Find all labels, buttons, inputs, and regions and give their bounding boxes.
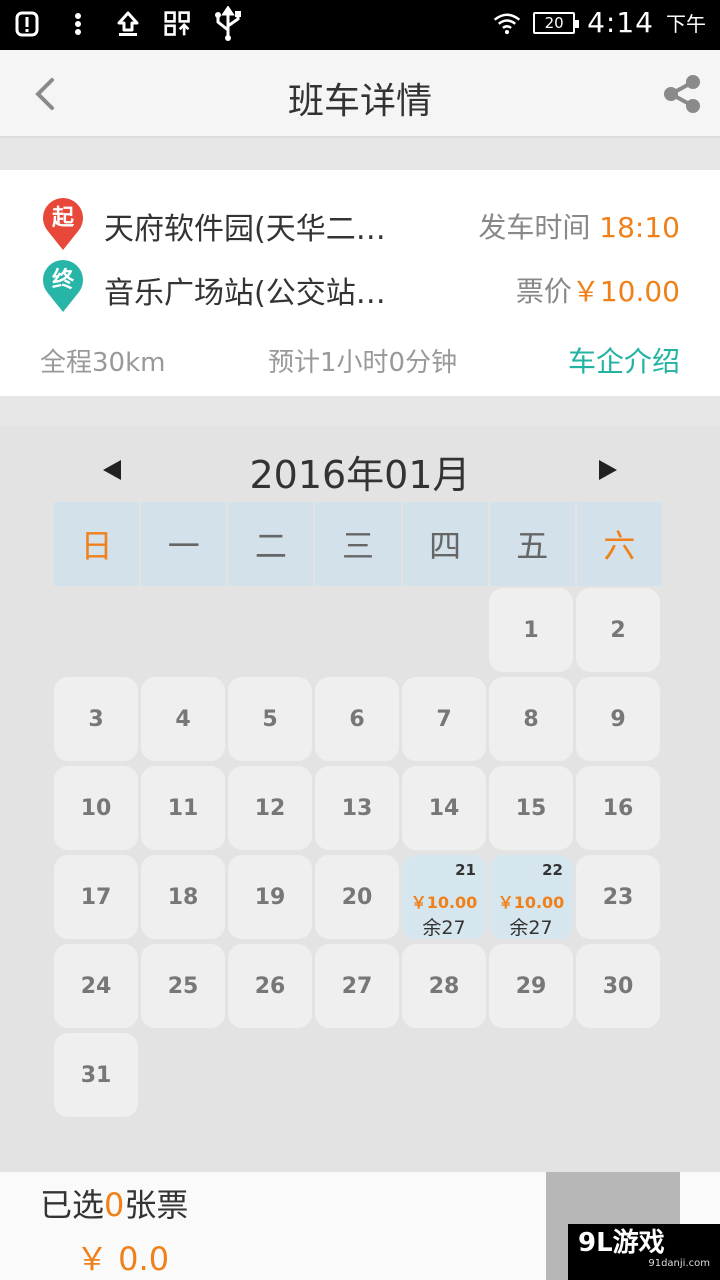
end-station: 音乐广场站(公交站…: [104, 276, 386, 311]
watermark-brand: 9L游戏: [578, 1228, 665, 1258]
calendar-day[interactable]: 8: [489, 677, 573, 761]
start-station: 天府软件园(天华二…: [104, 212, 386, 247]
end-pin-icon: 终: [40, 258, 86, 314]
status-bar: 20 4:14 下午: [0, 0, 720, 50]
clock-ampm: 下午: [666, 12, 706, 36]
price-value: ￥10.00: [571, 275, 680, 308]
weekday-sat: 六: [576, 502, 662, 586]
total-price: ￥ 0.0: [76, 1240, 170, 1278]
calendar-day[interactable]: 2: [576, 588, 660, 672]
selected-count: 0: [104, 1186, 125, 1224]
wifi-icon: [493, 7, 521, 39]
alert-icon: [14, 8, 42, 40]
upload-icon: [114, 8, 142, 40]
calendar-day[interactable]: 11: [141, 766, 225, 850]
calendar-day[interactable]: 29: [489, 944, 573, 1028]
calendar-day-available[interactable]: 21 ￥10.00 余27: [402, 855, 486, 939]
weekday-fri: 五: [489, 502, 575, 586]
qr-scan-icon: [164, 8, 192, 40]
selected-summary: 已选0张票: [40, 1180, 188, 1226]
calendar-day[interactable]: 19: [228, 855, 312, 939]
weekday-wed: 三: [315, 502, 401, 586]
calendar-day[interactable]: 7: [402, 677, 486, 761]
calendar-day[interactable]: 17: [54, 855, 138, 939]
calendar-day[interactable]: 10: [54, 766, 138, 850]
day-number: 21: [455, 861, 476, 879]
page-title: 班车详情: [287, 81, 432, 122]
calendar-day[interactable]: 28: [402, 944, 486, 1028]
calendar-day[interactable]: 20: [315, 855, 399, 939]
price-row: 票价￥10.00: [516, 270, 680, 310]
duration: 预计1小时0分钟: [268, 348, 458, 378]
start-pin-icon: 起: [40, 196, 86, 252]
calendar: 2016年01月 日 一 二 三 四 五 六 1 2 3 4 5 6 7 8 9 10 11 12 13…: [0, 426, 720, 1172]
day-price: ￥10.00: [410, 893, 478, 912]
weekday-mon: 一: [141, 502, 227, 586]
calendar-day[interactable]: 31: [54, 1033, 138, 1117]
watermark-url: 91danji.com: [648, 1258, 710, 1269]
share-button[interactable]: [658, 70, 706, 118]
depart-time-value: 18:10: [599, 211, 680, 244]
calendar-day[interactable]: 3: [54, 677, 138, 761]
weekday-sun: 日: [54, 502, 140, 586]
day-remaining: 余27: [509, 917, 553, 939]
usb-icon: [214, 6, 242, 41]
calendar-day[interactable]: 23: [576, 855, 660, 939]
depart-time-row: 发车时间 18:10: [478, 206, 680, 246]
share-icon: [664, 75, 700, 113]
route-card: 起 天府软件园(天华二… 发车时间 18:10 终 音乐广场站(公交站… 票价￥…: [0, 170, 720, 396]
weekday-tue: 二: [228, 502, 314, 586]
app-header: 班车详情: [0, 50, 720, 138]
calendar-day[interactable]: 12: [228, 766, 312, 850]
calendar-day[interactable]: 16: [576, 766, 660, 850]
distance: 全程30km: [40, 348, 166, 378]
calendar-day[interactable]: 30: [576, 944, 660, 1028]
next-month-button[interactable]: [588, 450, 628, 490]
battery-level: 20: [544, 13, 564, 32]
battery-icon: 20: [533, 11, 580, 34]
calendar-day[interactable]: 25: [141, 944, 225, 1028]
calendar-day[interactable]: 15: [489, 766, 573, 850]
triangle-right-icon: [599, 460, 617, 480]
end-badge: 终: [51, 268, 74, 293]
calendar-day[interactable]: 5: [228, 677, 312, 761]
calendar-day[interactable]: 27: [315, 944, 399, 1028]
calendar-day[interactable]: 14: [402, 766, 486, 850]
selected-suffix: 张票: [124, 1186, 189, 1224]
calendar-day[interactable]: 18: [141, 855, 225, 939]
calendar-day[interactable]: 24: [54, 944, 138, 1028]
calendar-day[interactable]: 1: [489, 588, 573, 672]
weekday-thu: 四: [402, 502, 488, 586]
calendar-day[interactable]: 6: [315, 677, 399, 761]
day-price: ￥10.00: [497, 893, 565, 912]
calendar-day[interactable]: 4: [141, 677, 225, 761]
calendar-day[interactable]: 9: [576, 677, 660, 761]
calendar-day[interactable]: 13: [315, 766, 399, 850]
calendar-day-available[interactable]: 22 ￥10.00 余27: [489, 855, 573, 939]
price-label: 票价: [515, 275, 572, 308]
clock: 4:14: [587, 6, 654, 39]
day-remaining: 余27: [422, 917, 466, 939]
depart-time-label: 发车时间: [478, 211, 591, 244]
day-number: 22: [542, 861, 563, 879]
watermark-logo: 9L游戏 91danji.com: [568, 1224, 720, 1280]
more-dots-icon: [64, 8, 92, 40]
company-intro-link[interactable]: 车企介绍: [568, 340, 680, 380]
month-nav: 2016年01月: [0, 440, 720, 497]
start-badge: 起: [51, 206, 74, 231]
selected-prefix: 已选: [40, 1186, 105, 1224]
weekday-header: 日 一 二 三 四 五 六: [54, 502, 662, 586]
calendar-day[interactable]: 26: [228, 944, 312, 1028]
